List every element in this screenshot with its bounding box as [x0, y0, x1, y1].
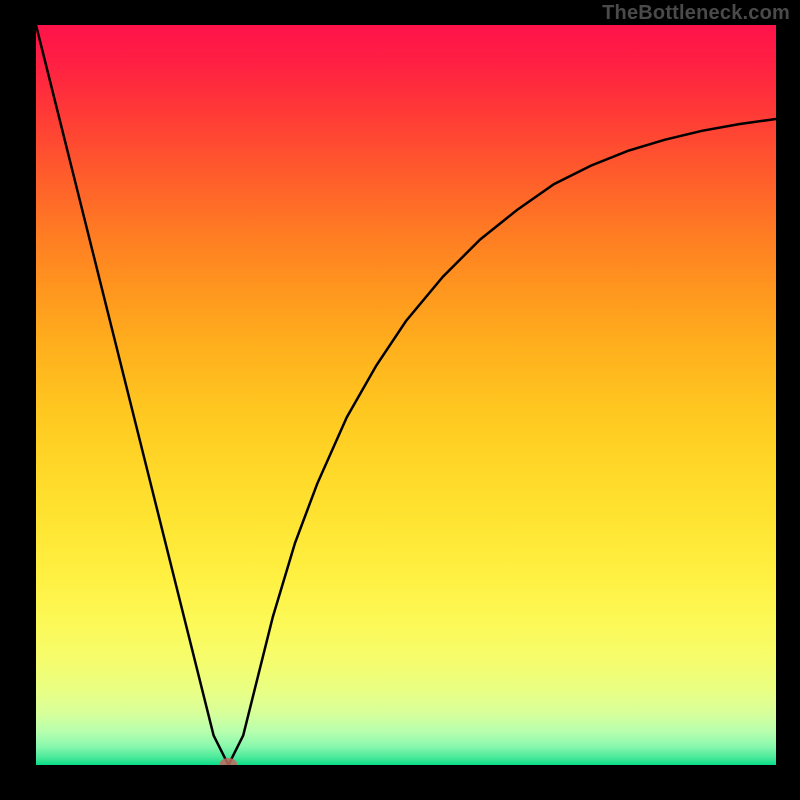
minimum-marker: [219, 758, 237, 765]
watermark-text: TheBottleneck.com: [602, 2, 790, 25]
chart-svg: [36, 25, 776, 765]
plot-area: [36, 25, 776, 765]
chart-container: TheBottleneck.com: [0, 0, 800, 800]
curve-line: [36, 25, 776, 765]
